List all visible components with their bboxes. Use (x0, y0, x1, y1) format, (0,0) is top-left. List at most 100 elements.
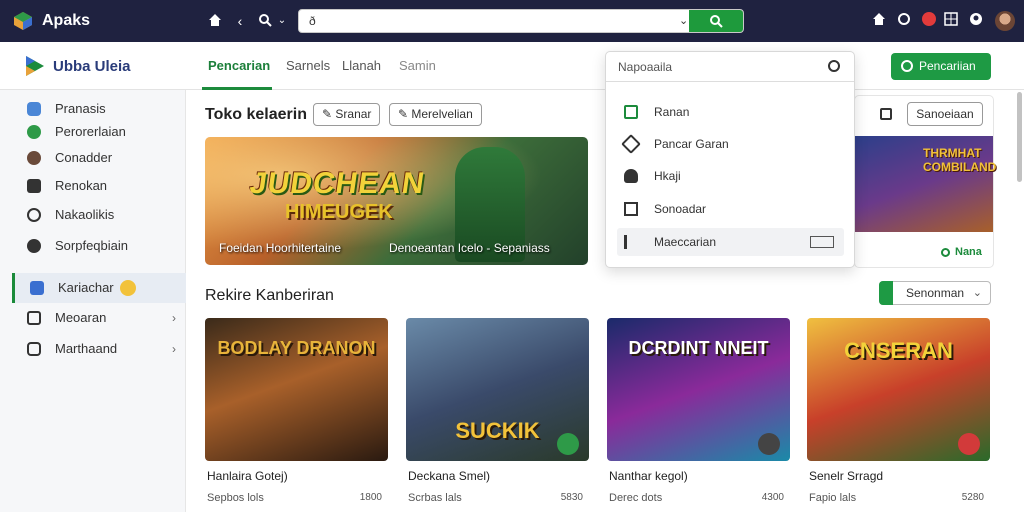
chip-label: Merelvelian (411, 107, 473, 121)
dropdown-search-field[interactable]: Napoaaila (606, 52, 854, 82)
dropdown-item-sonoadar[interactable]: Sonoadar (617, 195, 844, 223)
dropdown-item-label: Sonoadar (654, 202, 707, 216)
side-promo-card[interactable]: Sanoeiaan THRMHAT COMBILAND Nana (854, 95, 997, 268)
grid-icon[interactable] (942, 12, 960, 30)
featured-section-title: Toko kelaerin (205, 106, 307, 123)
game-thumbnail[interactable]: CNSERAN (807, 318, 990, 461)
game-thumbnail[interactable]: BODLAY DRANON (205, 318, 388, 461)
sidebar-item-nakaolikis[interactable]: Nakaolikis (12, 200, 186, 230)
search-icon[interactable] (828, 60, 840, 72)
game-name[interactable]: Nanthar kegol) (609, 469, 688, 483)
vertical-scrollbar[interactable] (1017, 92, 1022, 182)
game-name[interactable]: Hanlaira Gotej) (207, 469, 288, 483)
dropdown-search-placeholder: Napoaaila (618, 60, 673, 74)
pencil-icon: ✎ (322, 107, 336, 121)
search-go-button[interactable] (689, 10, 743, 32)
hero-art-subtitle: HIMEUGEK (285, 201, 393, 223)
cta-label: Pencariian (919, 59, 976, 73)
sort-select[interactable]: Senonman ⌄ (879, 281, 991, 305)
side-card-image: THRMHAT COMBILAND (855, 136, 997, 232)
sidebar-item-meoaran[interactable]: Meoaran › (12, 303, 186, 333)
dropdown-item-label: Pancar Garan (654, 137, 729, 151)
back-arrow-icon[interactable]: ‹ (232, 13, 248, 29)
search-cta-button[interactable]: Pencariian (891, 53, 991, 80)
sidebar-item-conadder[interactable]: Conadder (12, 143, 186, 173)
puzzle-icon (27, 102, 41, 116)
sidebar-item-label: Nakaolikis (55, 207, 115, 222)
pencil-icon: ✎ (398, 107, 412, 121)
dropdown-item-ranan[interactable]: Ranan (617, 98, 844, 126)
user-icon (624, 169, 638, 183)
game-name[interactable]: Senelr Srragd (809, 469, 883, 483)
cart-icon (27, 342, 41, 356)
game-meta: Sepbos lols (207, 492, 264, 504)
chip-merelvelian[interactable]: ✎ Merelvelian (389, 103, 482, 126)
dropdown-item-pancar-garan[interactable]: Pancar Garan (617, 130, 844, 158)
recommendations-section-title: Rekire Kanberiran (205, 287, 334, 304)
sidebar-item-sorpfeqbiain[interactable]: Sorpfeqbiain (12, 231, 186, 261)
game-meta: Fapio lals (809, 492, 857, 504)
address-bar[interactable]: ð ⌄ (298, 9, 744, 33)
game-card[interactable]: SUCKIK Deckana Smel) Scrbas lals 5830 (406, 318, 589, 508)
sidebar-item-kariachar[interactable]: Kariachar (12, 273, 186, 303)
game-size: 1800 (359, 492, 382, 503)
featured-hero-banner[interactable]: JUDCHEAN HIMEUGEK Foeidan Hoorhitertaine… (205, 137, 588, 265)
game-card[interactable]: DCRDINT NNEIT Nanthar kegol) Derec dots 430… (607, 318, 790, 508)
sort-indicator-icon (879, 281, 893, 305)
home-icon[interactable] (207, 13, 223, 29)
card-icon (27, 179, 41, 193)
game-name[interactable]: Deckana Smel) (408, 469, 490, 483)
hero-caption-right: Denoeantan Icelo - Sepaniass (389, 241, 550, 255)
tab-samin[interactable]: Samin (399, 58, 436, 73)
game-size: 4300 (761, 492, 784, 503)
clover-icon (27, 125, 41, 139)
avatar[interactable] (995, 11, 1015, 31)
sidebar-item-renokan[interactable]: Renokan (12, 171, 186, 201)
chevron-right-icon: › (172, 342, 176, 356)
notification-icon[interactable] (922, 12, 936, 26)
grid-icon (624, 202, 638, 216)
chip-sranar[interactable]: ✎ Sranar (313, 103, 381, 126)
chevron-down-icon[interactable]: ⌄ (679, 14, 688, 27)
side-card-button[interactable]: Sanoeiaan (907, 102, 983, 126)
profile-icon (27, 151, 41, 165)
game-size: 5830 (560, 492, 583, 503)
side-card-art-title: THRMHAT COMBILAND (923, 146, 997, 174)
game-meta: Scrbas lals (408, 492, 462, 504)
hero-art-title: JUDCHEAN (247, 167, 428, 200)
home-icon[interactable] (870, 12, 888, 30)
tab-sarnels[interactable]: Sarnels (286, 58, 330, 73)
tab-llanah[interactable]: Llanah (342, 58, 381, 73)
browser-top-bar: Apaks ‹ ⌄ ð ⌄ (0, 0, 1024, 42)
search-icon[interactable] (257, 13, 273, 29)
tab-pencarian[interactable]: Pencarian (208, 58, 270, 73)
hero-caption-left: Foeidan Hoorhitertaine (219, 241, 342, 255)
profile-settings-icon[interactable] (967, 12, 985, 30)
game-meta: Derec dots (609, 492, 663, 504)
dropdown-item-label: Maeccarian (654, 235, 717, 249)
dropdown-item-maeccarian[interactable]: Maeccarian (617, 228, 844, 256)
sidebar-item-marthaand[interactable]: Marthaand › (12, 334, 186, 364)
refresh-icon[interactable] (895, 12, 913, 30)
badge-icon (958, 433, 980, 455)
game-card[interactable]: CNSERAN Senelr Srragd Fapio lals 5280 (807, 318, 990, 508)
game-art-title: CNSERAN (844, 338, 953, 363)
dropdown-chevron-icon[interactable]: ⌄ (274, 13, 290, 29)
sidebar-item-label: Renokan (55, 178, 108, 193)
sidebar-item-label: Marthaand (55, 341, 118, 356)
status-dot-icon (941, 248, 950, 257)
game-card[interactable]: BODLAY DRANON Hanlaira Gotej) Sepbos lols 1… (205, 318, 388, 508)
game-thumbnail[interactable]: SUCKIK (406, 318, 589, 461)
window-icon (624, 105, 638, 119)
app-logo-icon (14, 12, 32, 30)
bag-icon (880, 108, 892, 120)
game-art-title: BODLAY DRANON (217, 338, 376, 358)
search-dropdown-panel: Napoaaila Ranan Pancar Garan Hkaji Sonoa… (605, 51, 855, 268)
dropdown-item-hkaji[interactable]: Hkaji (617, 162, 844, 190)
keyboard-shortcut-icon (810, 236, 834, 248)
game-thumbnail[interactable]: DCRDINT NNEIT (607, 318, 790, 461)
clock-icon (27, 208, 41, 222)
game-size: 5280 (961, 492, 984, 503)
brand-name: Ubba Uleia (53, 58, 131, 75)
active-tab-indicator (202, 87, 272, 90)
